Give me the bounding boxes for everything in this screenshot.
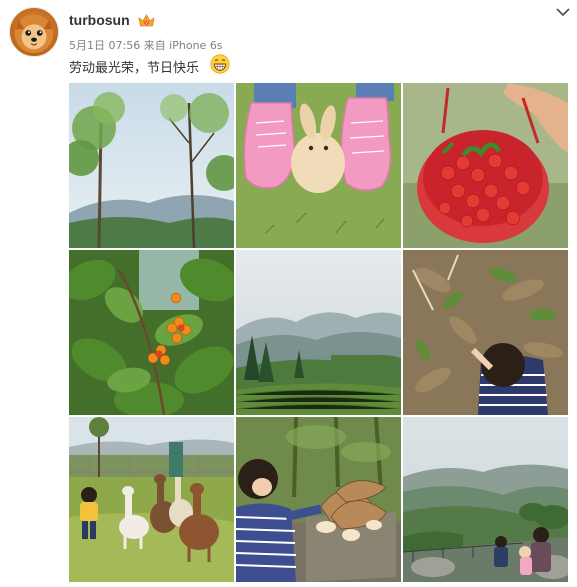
- photo-rabbit-pink-shoes[interactable]: [236, 83, 401, 248]
- photo-mountain-tea-field[interactable]: [236, 250, 401, 415]
- username[interactable]: turbosun: [69, 12, 130, 28]
- photo-child-picking[interactable]: [403, 250, 568, 415]
- photo-mountain-view[interactable]: [403, 417, 568, 582]
- pomeranian-avatar-icon: [14, 14, 54, 54]
- vip-crown-badge-icon[interactable]: V: [138, 13, 155, 28]
- photo-cherries-basket[interactable]: [403, 83, 568, 248]
- photo-grid: [69, 83, 568, 582]
- chevron-down-icon[interactable]: [555, 6, 571, 18]
- photo-alpacas-child[interactable]: [69, 417, 234, 582]
- svg-text:V: V: [145, 20, 148, 25]
- post-text: 劳动最光荣，节日快乐: [69, 61, 200, 76]
- photo-cherry-tree[interactable]: [69, 250, 234, 415]
- post-meta: 5月1日 07:56 来自 iPhone 6s: [69, 39, 223, 52]
- grinning-emoji-icon: [210, 54, 230, 74]
- photo-child-bamboo-shoots[interactable]: [236, 417, 401, 582]
- avatar[interactable]: [9, 7, 59, 57]
- photo-trees-sky[interactable]: [69, 83, 234, 248]
